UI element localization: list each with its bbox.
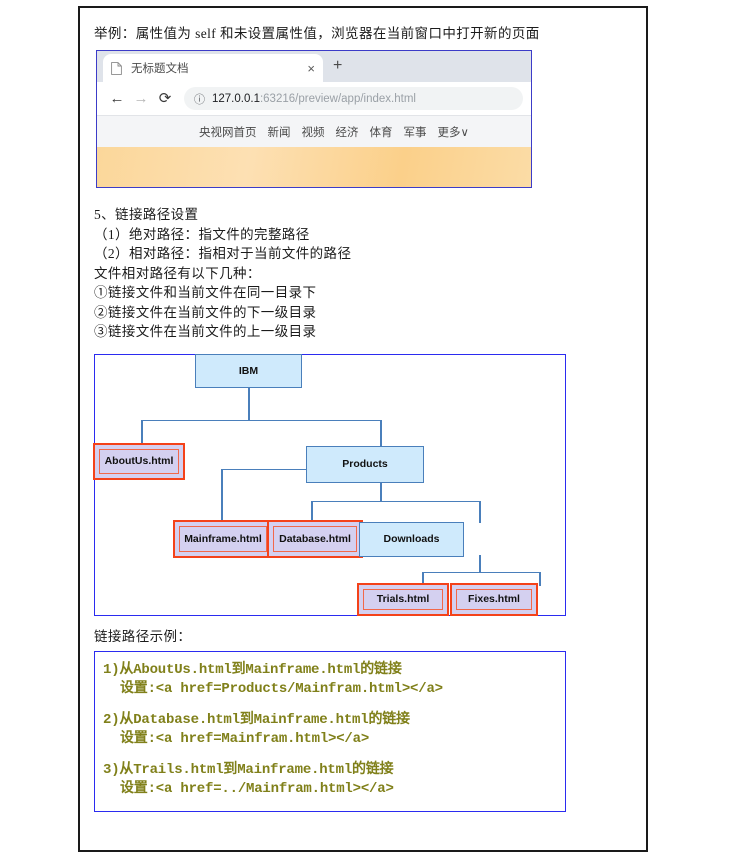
connector-products-split xyxy=(311,501,480,503)
connector-to-fixes xyxy=(539,572,541,586)
forward-button[interactable]: → xyxy=(129,91,153,106)
node-fixes[interactable]: Fixes.html xyxy=(450,583,538,616)
code-item-1-code: 设置:<a href=Mainfram.html></a> xyxy=(103,730,557,749)
site-nav-item-5[interactable]: 军事 xyxy=(404,124,427,140)
url-path: :63216/preview/app/index.html xyxy=(260,93,416,105)
page-banner xyxy=(97,147,531,187)
notes-line-4: ①链接文件和当前文件在同一目录下 xyxy=(94,283,632,303)
url-host: 127.0.0.1 xyxy=(212,93,260,105)
browser-tab-title: 无标题文档 xyxy=(131,60,303,76)
notes-line-5: ②链接文件在当前文件的下一级目录 xyxy=(94,303,632,323)
browser-toolbar: ← → ⟳ ⓘ 127.0.0.1:63216/preview/app/inde… xyxy=(97,82,531,115)
reload-icon[interactable]: ⟳ xyxy=(153,91,177,106)
code-item-0-code: 设置:<a href=Products/Mainfram.html></a> xyxy=(103,680,557,699)
code-item-2-title: 3)从Trails.html到Mainframe.html的链接 xyxy=(103,761,557,780)
code-item-2: 3)从Trails.html到Mainframe.html的链接 设置:<a h… xyxy=(103,761,557,799)
node-trials-label: Trials.html xyxy=(363,589,443,610)
browser-tab-strip: 无标题文档 × + xyxy=(97,51,531,82)
close-icon[interactable]: × xyxy=(303,62,315,75)
back-button[interactable]: ← xyxy=(105,91,129,106)
node-trials[interactable]: Trials.html xyxy=(357,583,449,616)
code-item-1: 2)从Database.html到Mainframe.html的链接 设置:<a… xyxy=(103,711,557,749)
connector-ibm-split xyxy=(141,420,381,422)
notes-line-1: （1）绝对路径：指文件的完整路径 xyxy=(94,225,632,245)
page-icon xyxy=(111,62,122,75)
node-downloads[interactable]: Downloads xyxy=(359,522,464,557)
code-item-2-code: 设置:<a href=../Mainfram.html></a> xyxy=(103,780,557,799)
connector-downloads-split xyxy=(422,572,540,574)
site-tree-diagram: IBM AboutUs.html Products Mainframe.html… xyxy=(94,354,566,616)
site-nav-item-1[interactable]: 新闻 xyxy=(268,124,291,140)
notes-block: 5、链接路径设置 （1）绝对路径：指文件的完整路径 （2）相对路径：指相对于当前… xyxy=(94,205,632,342)
code-item-0-title: 1)从AboutUs.html到Mainframe.html的链接 xyxy=(103,661,557,680)
connector-to-mainframe xyxy=(221,469,223,522)
connector-to-products xyxy=(380,420,382,447)
new-tab-button[interactable]: + xyxy=(333,58,342,74)
site-nav-item-4[interactable]: 体育 xyxy=(370,124,393,140)
page-site-nav: 央视网首页 新闻 视频 经济 体育 军事 更多∨ xyxy=(97,115,531,147)
notes-line-3: 文件相对路径有以下几种： xyxy=(94,264,632,284)
node-ibm[interactable]: IBM xyxy=(195,354,302,388)
connector-ibm-down xyxy=(248,387,250,421)
notes-line-2: （2）相对路径：指相对于当前文件的路径 xyxy=(94,244,632,264)
url-text: 127.0.0.1:63216/preview/app/index.html xyxy=(212,93,416,105)
site-nav-item-0[interactable]: 央视网首页 xyxy=(199,124,257,140)
connector-to-aboutus xyxy=(141,420,143,444)
node-mainframe[interactable]: Mainframe.html xyxy=(173,520,273,558)
document-page-frame: 举例：属性值为 self 和未设置属性值，浏览器在当前窗口中打开新的页面 无标题… xyxy=(78,6,648,852)
node-aboutus[interactable]: AboutUs.html xyxy=(93,443,185,480)
node-ibm-label: IBM xyxy=(239,365,258,377)
node-products-label: Products xyxy=(342,458,388,470)
node-downloads-label: Downloads xyxy=(383,533,439,545)
browser-window-mock: 无标题文档 × + ← → ⟳ ⓘ 127.0.0.1:63216/previe… xyxy=(96,50,532,188)
site-info-icon[interactable]: ⓘ xyxy=(194,91,205,107)
address-bar[interactable]: ⓘ 127.0.0.1:63216/preview/app/index.html xyxy=(184,87,523,110)
site-nav-item-3[interactable]: 经济 xyxy=(336,124,359,140)
node-database-label: Database.html xyxy=(273,526,357,552)
code-caption: 链接路径示例： xyxy=(94,627,632,646)
notes-line-6: ③链接文件在当前文件的上一级目录 xyxy=(94,322,632,342)
node-database[interactable]: Database.html xyxy=(267,520,363,558)
notes-line-0: 5、链接路径设置 xyxy=(94,205,632,225)
site-nav-item-2[interactable]: 视频 xyxy=(302,124,325,140)
node-mainframe-label: Mainframe.html xyxy=(179,526,267,552)
code-item-1-title: 2)从Database.html到Mainframe.html的链接 xyxy=(103,711,557,730)
code-examples-box: 1)从AboutUs.html到Mainframe.html的链接 设置:<a … xyxy=(94,651,566,812)
node-products[interactable]: Products xyxy=(306,446,424,483)
connector-products-down xyxy=(380,483,382,502)
site-nav-item-6[interactable]: 更多∨ xyxy=(438,124,469,140)
connector-to-downloads xyxy=(479,501,481,523)
node-aboutus-label: AboutUs.html xyxy=(99,449,179,474)
intro-sentence: 举例：属性值为 self 和未设置属性值，浏览器在当前窗口中打开新的页面 xyxy=(94,24,632,43)
node-fixes-label: Fixes.html xyxy=(456,589,532,610)
connector-products-left xyxy=(221,469,306,471)
code-item-0: 1)从AboutUs.html到Mainframe.html的链接 设置:<a … xyxy=(103,661,557,699)
connector-downloads-down xyxy=(479,555,481,573)
browser-tab[interactable]: 无标题文档 × xyxy=(103,54,323,82)
document-content: 举例：属性值为 self 和未设置属性值，浏览器在当前窗口中打开新的页面 无标题… xyxy=(80,8,646,850)
